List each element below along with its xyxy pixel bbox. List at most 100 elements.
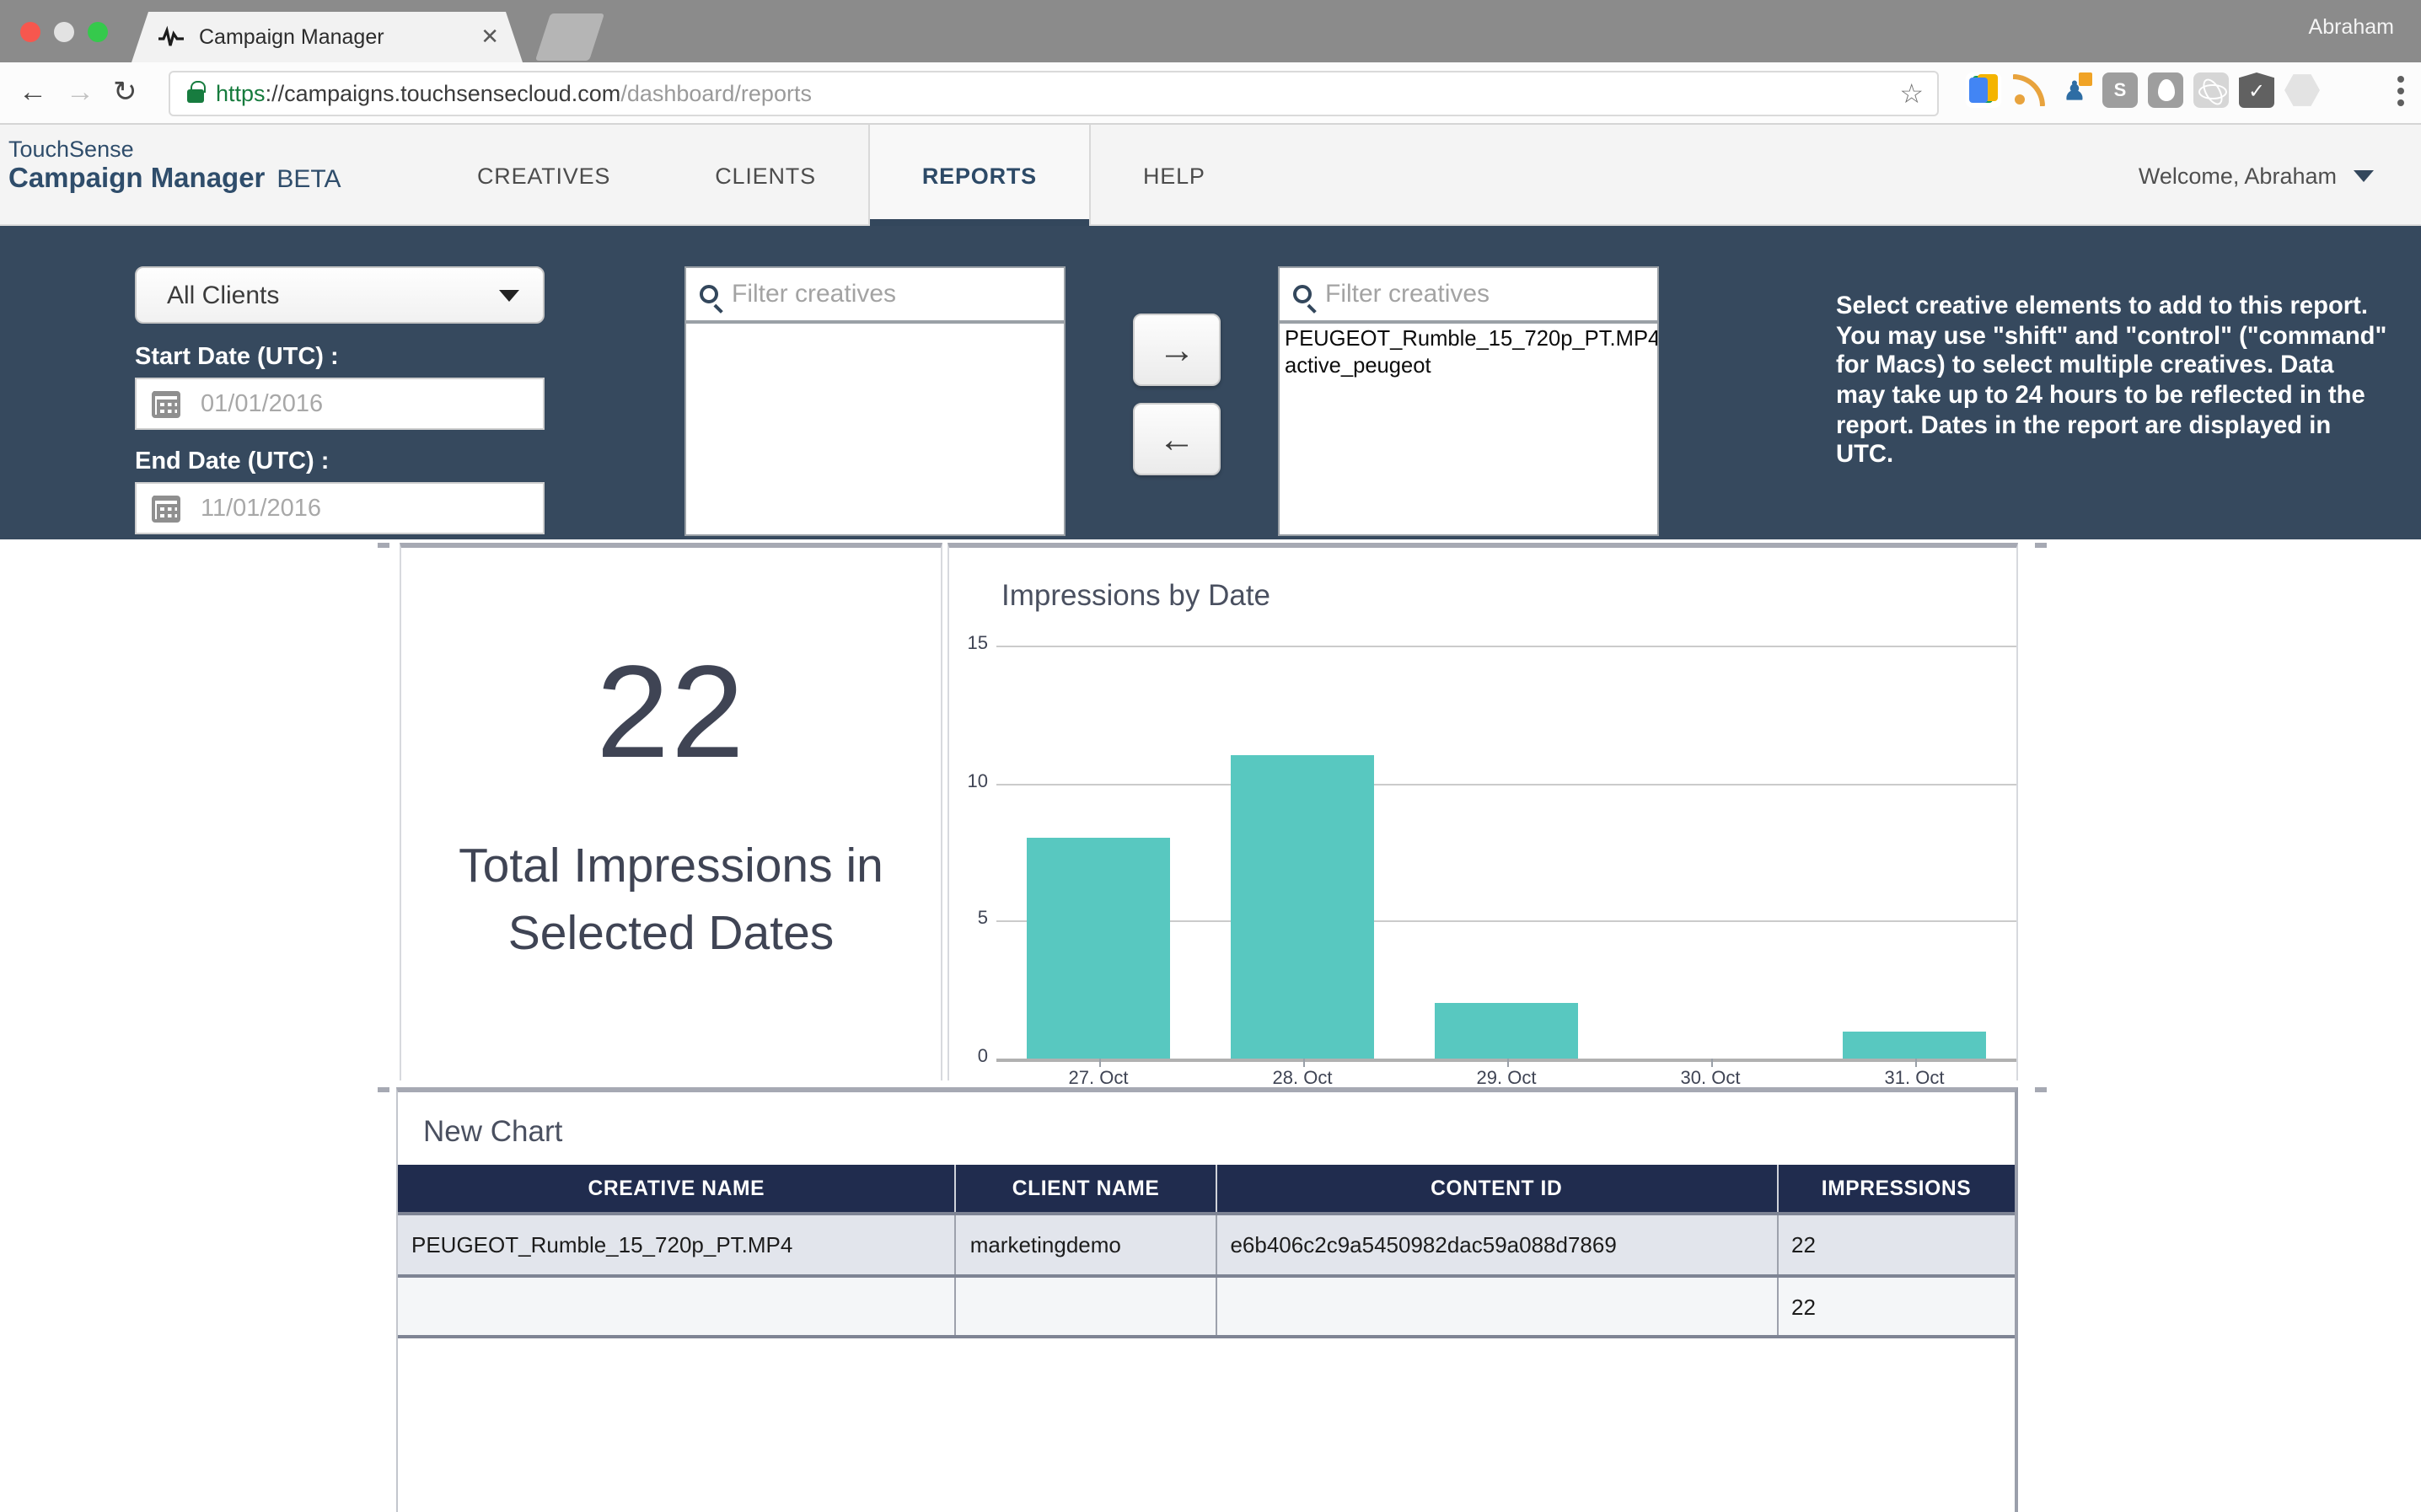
calendar-icon <box>152 390 180 417</box>
url-path: /dashboard/reports <box>620 81 812 106</box>
creative-list-item[interactable]: PEUGEOT_Rumble_15_720p_PT.MP4 <box>1285 325 1652 353</box>
column-header-content-id: CONTENT ID <box>1216 1165 1777 1214</box>
remove-creative-button[interactable]: ← <box>1133 403 1221 475</box>
filter-creatives-input-left[interactable] <box>732 280 1050 308</box>
start-date-input[interactable] <box>201 390 543 417</box>
browser-window: Campaign Manager ✕ Abraham ← → ↻ https:/… <box>0 0 2421 1512</box>
end-date-field[interactable] <box>135 482 545 534</box>
minimize-window-button[interactable] <box>54 22 74 42</box>
start-date-label: Start Date (UTC) : <box>135 344 339 371</box>
chess-route-extension-icon[interactable]: ♟ <box>2057 72 2092 108</box>
end-date-input[interactable] <box>201 495 543 522</box>
filter-creatives-input-right[interactable] <box>1325 280 1644 308</box>
x-axis-tick <box>1098 1059 1100 1067</box>
user-menu[interactable]: Welcome, Abraham <box>2139 125 2374 226</box>
creative-list-item[interactable]: active_peugeot <box>1285 353 1652 381</box>
address-bar[interactable]: https://campaigns.touchsensecloud.com/da… <box>169 71 1939 116</box>
creatives-filter-left[interactable] <box>686 268 1064 324</box>
x-axis-tick-label: 31. Oct <box>1847 1069 1982 1089</box>
instructions-text: Select creative elements to add to this … <box>1836 293 2387 472</box>
bar-28oct <box>1231 756 1374 1059</box>
search-icon <box>1293 285 1312 303</box>
search-icon <box>700 285 718 303</box>
url-scheme: https <box>216 81 266 106</box>
bookmark-star-icon[interactable]: ☆ <box>1899 77 1924 110</box>
x-axis-tick <box>1506 1059 1508 1067</box>
extension-icons: ♟ S ✓ <box>1966 72 2364 108</box>
table-cell: 22 <box>1777 1276 2015 1337</box>
x-axis-tick-label: 29. Oct <box>1439 1069 1574 1089</box>
table-cell <box>398 1276 956 1337</box>
y-axis-tick-label: 15 <box>949 634 988 654</box>
zoom-window-button[interactable] <box>88 22 108 42</box>
chart-gridline <box>996 783 2016 785</box>
browser-toolbar: ← → ↻ https://campaigns.touchsensecloud.… <box>0 62 2421 125</box>
url-host: ://campaigns.touchsensecloud.com <box>266 81 621 106</box>
table-cell: e6b406c2c9a5450982dac59a088d7869 <box>1216 1214 1777 1276</box>
touchsense-logo: TouchSense Campaign ManagerBETA <box>8 137 341 196</box>
chrome-menu-icon[interactable] <box>2397 76 2404 106</box>
react-devtools-extension-icon[interactable] <box>2193 72 2229 108</box>
x-axis-tick-label: 28. Oct <box>1235 1069 1370 1089</box>
nav-tab-help[interactable]: HELP <box>1091 125 1258 226</box>
new-chart-panel: New Chart CREATIVE NAMECLIENT NAMECONTEN… <box>396 1087 2018 1512</box>
rss-extension-icon[interactable] <box>2011 72 2047 108</box>
google-docs-extension-icon[interactable] <box>1966 72 2001 108</box>
table-cell: 22 <box>1777 1214 2015 1276</box>
table-cell <box>1216 1276 1777 1337</box>
selected-creatives-list[interactable]: PEUGEOT_Rumble_15_720p_PT.MP4active_peug… <box>1280 324 1657 534</box>
bar-31oct <box>1843 1031 1986 1059</box>
apps-grid-icon[interactable] <box>2330 73 2364 107</box>
chevron-down-icon <box>2354 169 2374 181</box>
column-header-client-name: CLIENT NAME <box>956 1165 1216 1214</box>
client-select-value: All Clients <box>167 281 499 309</box>
table-header-row: CREATIVE NAMECLIENT NAMECONTENT IDIMPRES… <box>398 1165 2015 1214</box>
tab-title: Campaign Manager <box>199 25 480 49</box>
table-cell: PEUGEOT_Rumble_15_720p_PT.MP4 <box>398 1214 956 1276</box>
browser-tab[interactable]: Campaign Manager ✕ <box>132 12 523 62</box>
waveform-favicon <box>158 25 185 49</box>
forward-button[interactable]: → <box>66 76 94 110</box>
calendar-icon <box>152 495 180 522</box>
close-tab-icon[interactable]: ✕ <box>480 24 499 51</box>
available-creatives-list[interactable] <box>686 324 1064 534</box>
beta-badge: BETA <box>276 165 341 194</box>
app-name: Campaign ManagerBETA <box>8 164 341 196</box>
table-cell <box>956 1276 1216 1337</box>
client-select[interactable]: All Clients <box>135 266 545 324</box>
y-axis-tick-label: 5 <box>949 909 988 930</box>
window-controls <box>20 22 108 42</box>
x-axis-tick <box>1914 1059 1916 1067</box>
page-url: https://campaigns.touchsensecloud.com/da… <box>216 81 812 106</box>
table-cell: marketingdemo <box>956 1214 1216 1276</box>
browser-titlebar: Campaign Manager ✕ Abraham <box>0 0 2421 62</box>
hexagon-extension-icon[interactable] <box>2284 72 2320 108</box>
start-date-field[interactable] <box>135 378 545 430</box>
report-filter-panel: All Clients Start Date (UTC) : End Date … <box>0 226 2421 539</box>
creatives-filter-right[interactable] <box>1280 268 1657 324</box>
total-impressions-panel: 22 Total Impressions in Selected Dates <box>400 543 942 1080</box>
new-tab-button[interactable] <box>535 13 604 61</box>
nav-tab-clients[interactable]: CLIENTS <box>663 125 868 226</box>
nav-tab-reports[interactable]: REPORTS <box>868 125 1091 226</box>
reload-button[interactable]: ↻ <box>113 76 137 110</box>
select-caret-icon <box>499 289 519 301</box>
available-creatives-box <box>684 266 1066 536</box>
nav-tab-creatives[interactable]: CREATIVES <box>425 125 663 226</box>
x-axis-tick <box>1710 1059 1712 1067</box>
inbox-extension-icon[interactable]: ✓ <box>2239 72 2274 108</box>
back-button[interactable]: ← <box>19 76 47 110</box>
chrome-profile-name[interactable]: Abraham <box>2309 15 2394 39</box>
table-row: PEUGEOT_Rumble_15_720p_PT.MP4marketingde… <box>398 1214 2015 1276</box>
brand-name: TouchSense <box>8 137 341 162</box>
s-app-extension-icon[interactable]: S <box>2102 72 2138 108</box>
https-lock-icon[interactable] <box>187 89 204 103</box>
app-header: TouchSense Campaign ManagerBETA CREATIVE… <box>0 125 2421 226</box>
close-window-button[interactable] <box>20 22 40 42</box>
add-creative-button[interactable]: → <box>1133 314 1221 386</box>
oval-app-extension-icon[interactable] <box>2148 72 2183 108</box>
selected-creatives-box: PEUGEOT_Rumble_15_720p_PT.MP4active_peug… <box>1278 266 1659 536</box>
bar-29oct <box>1435 1004 1578 1059</box>
x-axis-tick <box>1302 1059 1304 1067</box>
bar-27oct <box>1027 839 1170 1059</box>
